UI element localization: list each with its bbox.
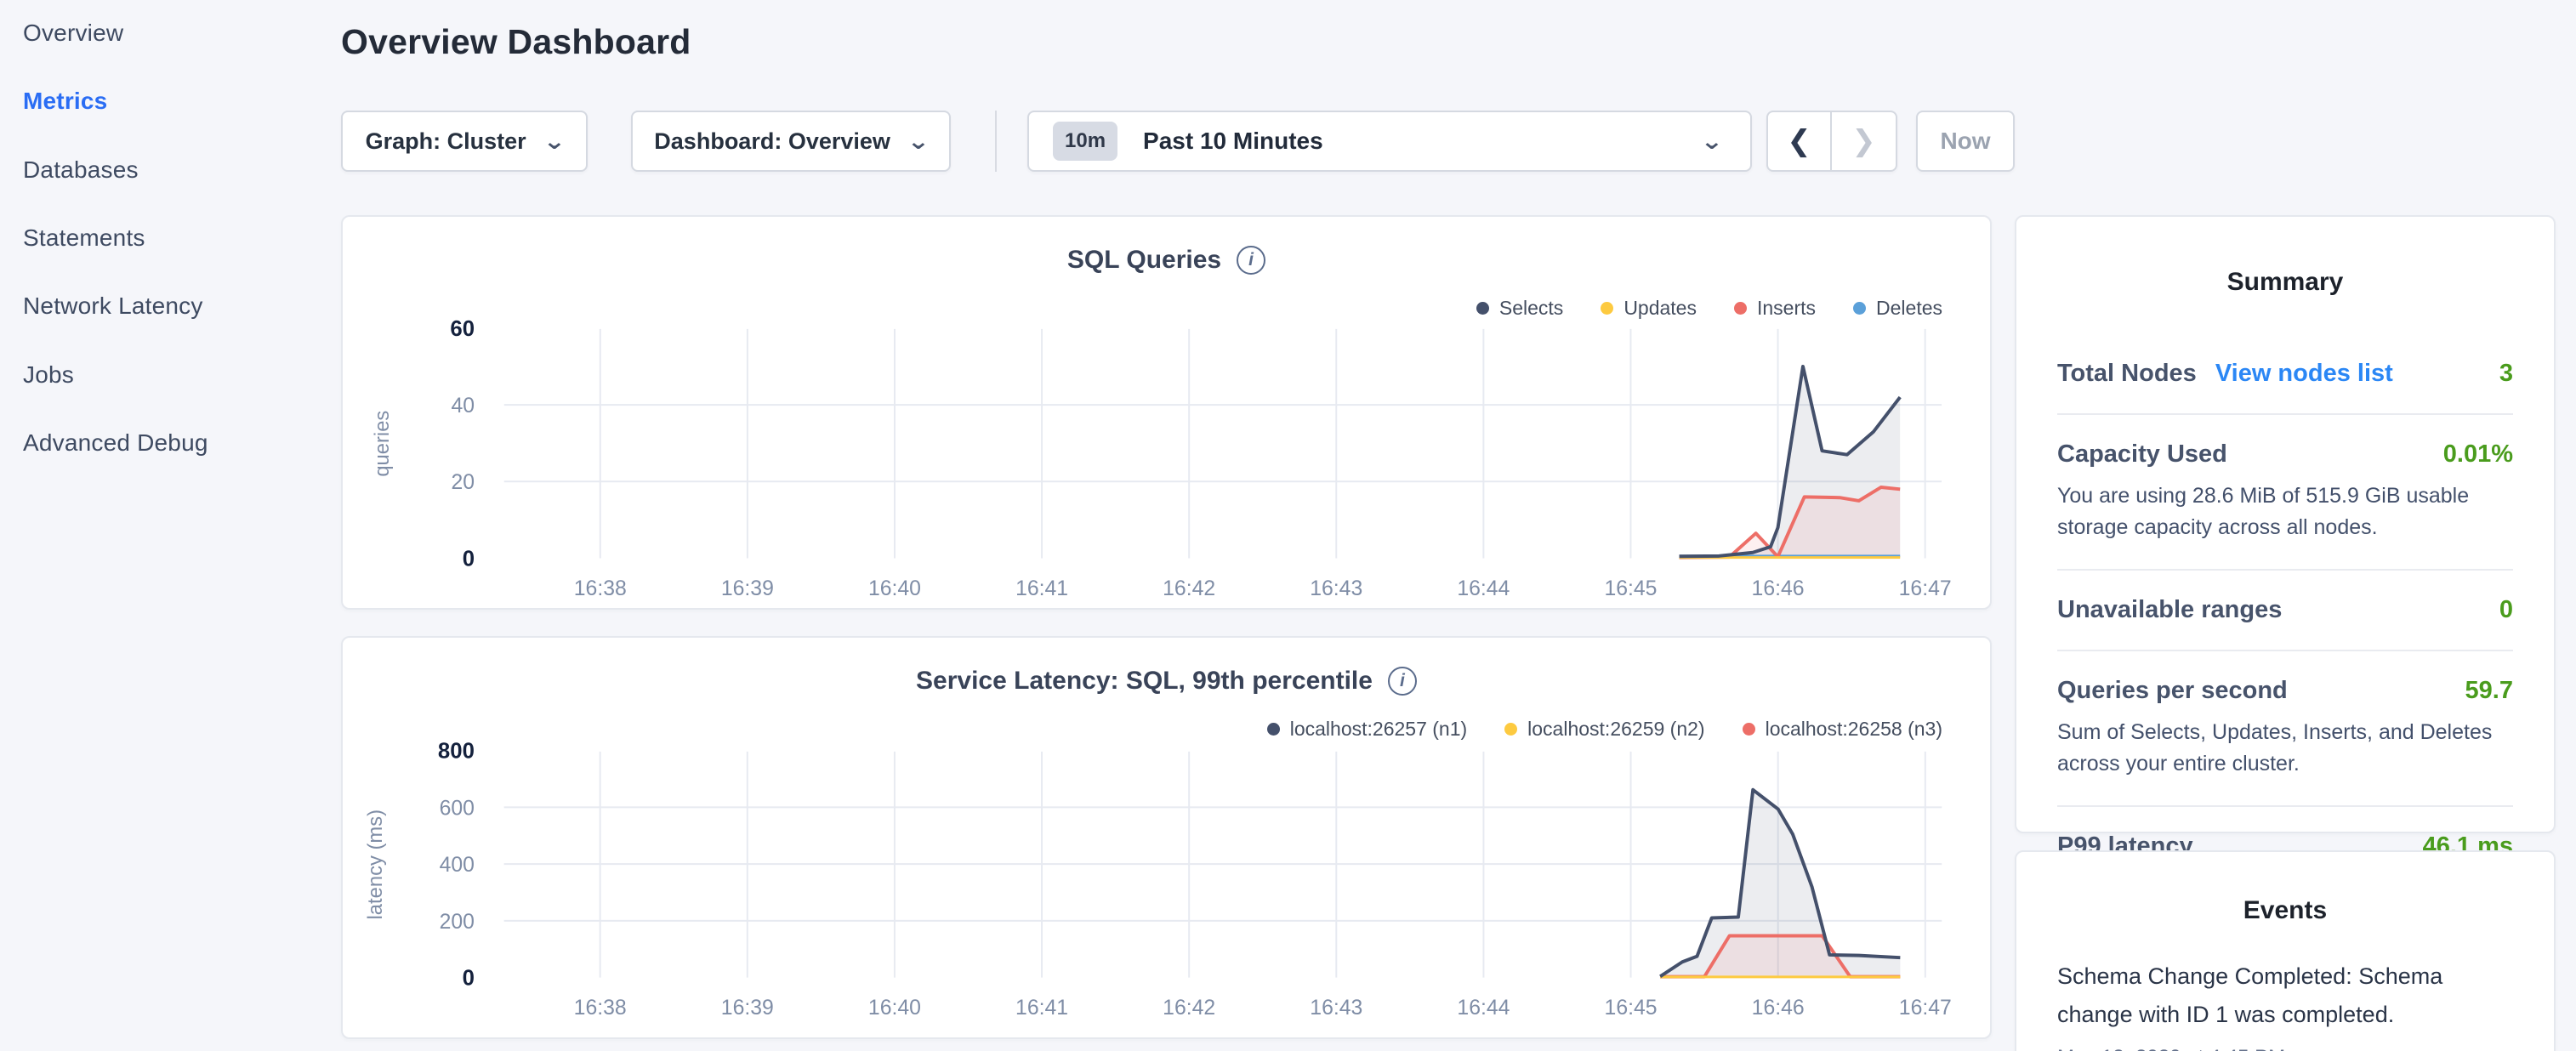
svg-text:20: 20 [452,471,475,494]
svg-text:latency (ms): latency (ms) [364,810,387,920]
svg-text:16:44: 16:44 [1457,997,1510,1020]
sidebar-item-statements[interactable]: Statements [23,224,145,253]
chevron-down-icon: ⌄ [1700,130,1723,152]
unavailable-ranges-label: Unavailable ranges [2057,596,2282,624]
graph-selector-dropdown[interactable]: Graph: Cluster ⌄ [341,111,588,172]
service-latency-chart[interactable]: 16:38 16:39 16:40 16:41 16:42 16:43 16:44 16:45… [343,638,1990,1037]
svg-text:16:38: 16:38 [574,997,627,1020]
svg-text:queries: queries [371,411,394,477]
svg-text:16:46: 16:46 [1752,997,1805,1020]
next-time-button[interactable]: ❯ [1832,112,1896,170]
toolbar-divider [995,111,997,172]
svg-text:0: 0 [463,547,475,571]
sidebar-item-network-latency[interactable]: Network Latency [23,292,203,321]
summary-title: Summary [2057,268,2513,297]
summary-row-total-nodes: Total Nodes View nodes list 3 [2057,360,2513,388]
time-step-buttons: ❮ ❯ [1766,111,1897,172]
svg-text:16:45: 16:45 [1605,997,1658,1020]
view-nodes-list-link[interactable]: View nodes list [2215,360,2393,388]
svg-text:200: 200 [440,911,475,934]
sidebar-item-metrics[interactable]: Metrics [23,87,107,116]
svg-text:16:47: 16:47 [1899,997,1952,1020]
sidebar-item-overview[interactable]: Overview [23,19,123,48]
capacity-used-description: You are using 28.6 MiB of 515.9 GiB usab… [2057,480,2513,543]
svg-text:0: 0 [463,967,475,991]
page-title: Overview Dashboard [341,22,691,62]
total-nodes-value: 3 [2499,360,2513,388]
summary-row-capacity: Capacity Used 0.01% [2057,440,2513,469]
svg-text:16:44: 16:44 [1457,577,1510,600]
svg-text:16:46: 16:46 [1752,577,1805,600]
queries-per-second-label: Queries per second [2057,677,2288,705]
chevron-down-icon: ⌄ [907,130,930,152]
divider [2057,569,2513,571]
svg-text:600: 600 [440,797,475,820]
summary-row-unavailable-ranges: Unavailable ranges 0 [2057,596,2513,624]
capacity-used-value: 0.01% [2443,440,2513,469]
chevron-down-icon: ⌄ [543,130,566,152]
total-nodes-label: Total Nodes [2057,360,2197,388]
svg-text:16:47: 16:47 [1899,577,1952,600]
summary-row-qps: Queries per second 59.7 [2057,677,2513,705]
svg-text:16:40: 16:40 [868,997,921,1020]
summary-panel: Summary Total Nodes View nodes list 3 Ca… [2015,215,2556,833]
capacity-used-label: Capacity Used [2057,440,2227,469]
sql-queries-chart[interactable]: 16:38 16:39 16:40 16:41 16:42 16:43 16:44 16:45… [343,217,1990,608]
previous-time-button[interactable]: ❮ [1768,112,1832,170]
chevron-left-icon: ❮ [1787,124,1811,158]
svg-text:16:42: 16:42 [1163,577,1215,600]
divider [2057,413,2513,415]
service-latency-chart-card: Service Latency: SQL, 99th percentile i … [341,636,1992,1039]
events-panel: Events Schema Change Completed: Schema c… [2015,850,2556,1051]
queries-per-second-value: 59.7 [2465,677,2513,705]
sidebar-item-advanced-debug[interactable]: Advanced Debug [23,429,208,457]
svg-text:400: 400 [440,854,475,877]
svg-text:60: 60 [450,317,475,341]
sidebar: Overview Metrics Databases Statements Ne… [0,0,336,1051]
svg-text:16:45: 16:45 [1604,577,1657,600]
svg-text:800: 800 [438,740,475,764]
event-message[interactable]: Schema Change Completed: Schema change w… [2057,957,2513,1034]
page: Overview Metrics Databases Statements Ne… [0,0,2576,1051]
sql-queries-chart-card: SQL Queries i SelectsUpdatesInsertsDelet… [341,215,1992,610]
now-button[interactable]: Now [1916,111,2015,172]
svg-text:16:41: 16:41 [1015,577,1068,600]
svg-text:16:39: 16:39 [721,997,774,1020]
graph-selector-label: Graph: Cluster [366,128,526,155]
dashboard-selector-dropdown[interactable]: Dashboard: Overview ⌄ [631,111,951,172]
svg-text:40: 40 [452,395,475,418]
unavailable-ranges-value: 0 [2499,596,2513,624]
svg-text:16:43: 16:43 [1310,577,1362,600]
svg-text:16:42: 16:42 [1163,997,1215,1020]
svg-text:16:40: 16:40 [868,577,921,600]
svg-text:16:39: 16:39 [721,577,774,600]
divider [2057,805,2513,807]
queries-per-second-description: Sum of Selects, Updates, Inserts, and De… [2057,717,2513,780]
svg-text:16:38: 16:38 [574,577,627,600]
chevron-right-icon: ❯ [1851,124,1876,158]
divider [2057,650,2513,651]
time-range-label: Past 10 Minutes [1143,128,1677,155]
sidebar-item-jobs[interactable]: Jobs [23,361,74,389]
event-timestamp: May 13, 2020 at 4:45 PM [2057,1046,2513,1051]
events-title: Events [2057,896,2513,925]
svg-text:16:43: 16:43 [1310,997,1362,1020]
dashboard-selector-label: Dashboard: Overview [654,128,890,155]
svg-text:16:41: 16:41 [1015,997,1068,1020]
sidebar-item-databases[interactable]: Databases [23,156,139,185]
time-range-badge: 10m [1053,122,1117,161]
time-range-dropdown[interactable]: 10m Past 10 Minutes ⌄ [1027,111,1752,172]
